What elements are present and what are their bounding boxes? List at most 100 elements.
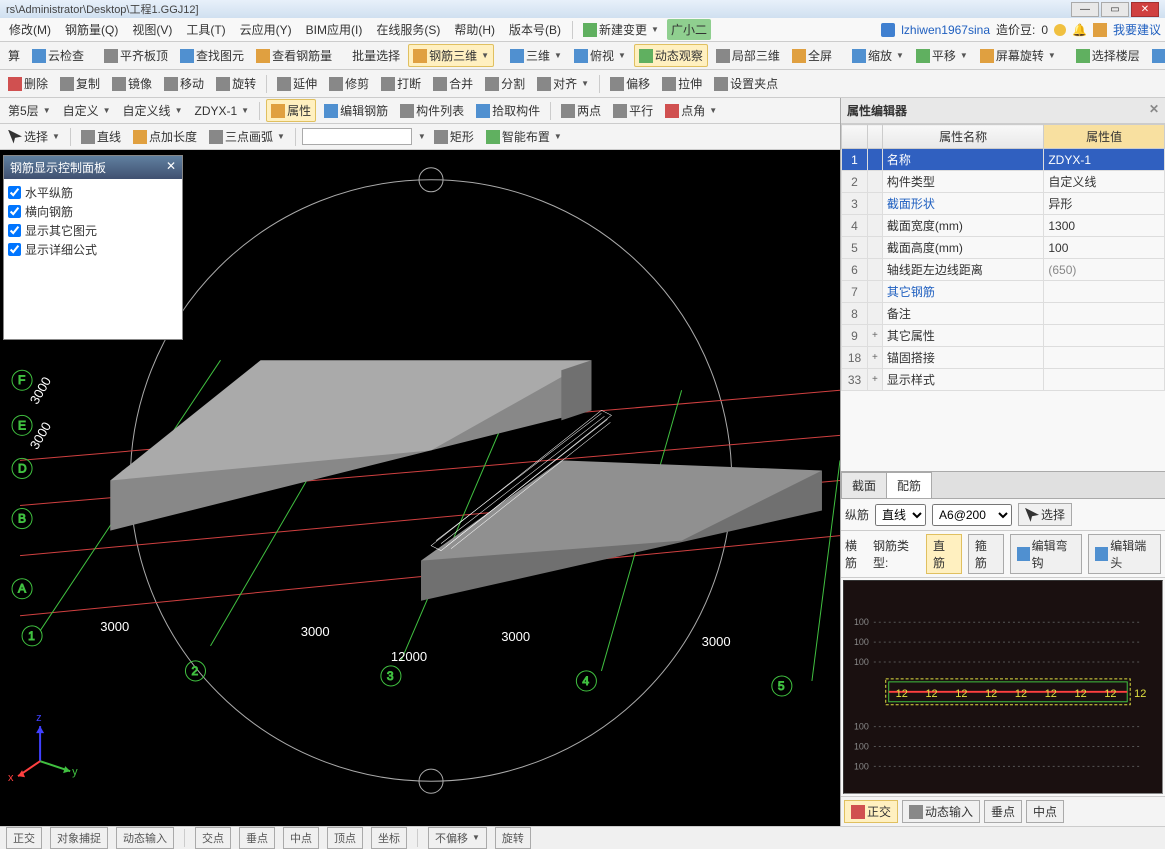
offset-button[interactable]: 偏移	[606, 73, 654, 94]
category-select[interactable]: 自定义▼	[59, 100, 115, 121]
screen-rotate-button[interactable]: 屏幕旋转▼	[976, 45, 1060, 66]
find-element-button[interactable]: 查找图元	[176, 45, 248, 66]
arc-button[interactable]: 三点画弧▼	[205, 126, 289, 147]
break-button[interactable]: 打断	[377, 73, 425, 94]
float-panel-close-icon[interactable]: ✕	[166, 159, 176, 176]
check-other[interactable]: 显示其它图元	[8, 221, 178, 240]
status-tangent[interactable]: 坐标	[371, 827, 407, 849]
prop-row[interactable]: 33+显示样式	[842, 369, 1165, 391]
coin-icon[interactable]	[1054, 24, 1066, 36]
minimize-button[interactable]: —	[1071, 2, 1099, 17]
property-button[interactable]: 属性	[266, 99, 316, 122]
menu-help[interactable]: 帮助(H)	[449, 19, 500, 40]
username[interactable]: lzhiwen1967sina	[901, 23, 990, 37]
rebar-display-panel[interactable]: 钢筋显示控制面板 ✕ 水平纵筋 横向钢筋 显示其它图元 显示详细公式	[3, 155, 183, 340]
maximize-button[interactable]: ▭	[1101, 2, 1129, 17]
prop-row[interactable]: 6轴线距左边线距离(650)	[842, 259, 1165, 281]
type-select[interactable]: 自定义线▼	[119, 100, 187, 121]
batch-select-button[interactable]: 批量选择	[348, 45, 404, 66]
two-point-button[interactable]: 两点	[557, 100, 605, 121]
line-tool-button[interactable]: 线	[1148, 45, 1165, 66]
stretch-button[interactable]: 拉伸	[658, 73, 706, 94]
status-nooffset[interactable]: 不偏移▼	[428, 827, 487, 849]
select-button[interactable]: 选择▼	[4, 126, 64, 147]
menu-view[interactable]: 视图(V)	[127, 19, 177, 40]
delete-button[interactable]: 删除	[4, 73, 52, 94]
floor-select[interactable]: 第5层▼	[4, 100, 55, 121]
tab-section[interactable]: 截面	[841, 472, 887, 498]
menu-rebar[interactable]: 钢筋量(Q)	[60, 19, 123, 40]
rect-button[interactable]: 矩形	[430, 126, 478, 147]
menu-bim[interactable]: BIM应用(I)	[301, 19, 368, 40]
flat-top-button[interactable]: 平齐板顶	[100, 45, 172, 66]
cloud-check-button[interactable]: 云检查	[28, 45, 88, 66]
line-button[interactable]: 直线	[77, 126, 125, 147]
empty-combo[interactable]	[302, 128, 412, 145]
section-select-button[interactable]: 选择	[1018, 503, 1072, 526]
menu-modify[interactable]: 修改(M)	[4, 19, 56, 40]
pan-button[interactable]: 平移▼	[912, 45, 972, 66]
extend-button[interactable]: 延伸	[273, 73, 321, 94]
point-length-button[interactable]: 点加长度	[129, 126, 201, 147]
new-change-button[interactable]: 新建变更▼	[579, 19, 663, 40]
prop-row[interactable]: 4截面宽度(mm)1300	[842, 215, 1165, 237]
prop-row[interactable]: 7其它钢筋	[842, 281, 1165, 303]
prop-row[interactable]: 5截面高度(mm)100	[842, 237, 1165, 259]
smart-layout-button[interactable]: 智能布置▼	[482, 126, 566, 147]
move-button[interactable]: 移动	[160, 73, 208, 94]
prop-row[interactable]: 3截面形状异形	[842, 193, 1165, 215]
3d-viewport[interactable]: A B D E F 1 2 3 4 5 3000 3000 3000 3000	[0, 150, 840, 826]
stirrup-button[interactable]: 箍筋	[968, 534, 1004, 574]
status-mid[interactable]: 中点	[283, 827, 319, 849]
menu-online[interactable]: 在线服务(S)	[371, 19, 445, 40]
menu-cloud[interactable]: 云应用(Y)	[235, 19, 297, 40]
prop-row[interactable]: 2构件类型自定义线	[842, 171, 1165, 193]
merge-button[interactable]: 合并	[429, 73, 477, 94]
point-angle-button[interactable]: 点角▼	[661, 100, 721, 121]
mirror-button[interactable]: 镜像	[108, 73, 156, 94]
check-tbar[interactable]: 横向钢筋	[8, 202, 178, 221]
split-button[interactable]: 分割	[481, 73, 529, 94]
status-dyn[interactable]: 动态输入	[116, 827, 174, 849]
component-select[interactable]: ZDYX-1▼	[190, 102, 253, 120]
tab-rebar[interactable]: 配筋	[886, 472, 932, 498]
pick-component-button[interactable]: 拾取构件	[472, 100, 544, 121]
rotate-button[interactable]: 旋转	[212, 73, 260, 94]
view-rebar-button[interactable]: 查看钢筋量	[252, 45, 336, 66]
status-ortho[interactable]: 正交	[6, 827, 42, 849]
parallel-button[interactable]: 平行	[609, 100, 657, 121]
edit-end-button[interactable]: 编辑端头	[1088, 534, 1161, 574]
dynamic-view-button[interactable]: 动态观察	[634, 44, 708, 67]
local-3d-button[interactable]: 局部三维	[712, 45, 784, 66]
status-intersection[interactable]: 交点	[195, 827, 231, 849]
select-floor-button[interactable]: 选择楼层	[1072, 45, 1144, 66]
check-hbar[interactable]: 水平纵筋	[8, 183, 178, 202]
edit-hook-button[interactable]: 编辑弯钩	[1010, 534, 1083, 574]
straight-button[interactable]: 直筋	[926, 534, 962, 574]
status-rotate[interactable]: 旋转	[495, 827, 531, 849]
edit-rebar-button[interactable]: 编辑钢筋	[320, 100, 392, 121]
align-button[interactable]: 对齐▼	[533, 73, 593, 94]
status-perp[interactable]: 垂点	[239, 827, 275, 849]
copy-button[interactable]: 复制	[56, 73, 104, 94]
bell-icon[interactable]: 🔔	[1072, 23, 1087, 37]
menu-version[interactable]: 版本号(B)	[504, 19, 566, 40]
top-view-button[interactable]: 俯视▼	[570, 45, 630, 66]
suggest-link[interactable]: 我要建议	[1113, 21, 1161, 38]
section-canvas[interactable]: 121212 121212 121212 100100100 100100100	[843, 580, 1163, 794]
prop-editor-close-icon[interactable]: ✕	[1149, 102, 1159, 119]
guangxiaoer-button[interactable]: 广小二	[667, 19, 711, 40]
prop-row[interactable]: 1名称ZDYX-1	[842, 149, 1165, 171]
3d-button[interactable]: 三维▼	[506, 45, 566, 66]
rebar-3d-button[interactable]: 钢筋三维▼	[408, 44, 494, 67]
prop-row[interactable]: 18+锚固搭接	[842, 347, 1165, 369]
component-list-button[interactable]: 构件列表	[396, 100, 468, 121]
zoom-button[interactable]: 缩放▼	[848, 45, 908, 66]
check-formula[interactable]: 显示详细公式	[8, 240, 178, 259]
status-vertex[interactable]: 顶点	[327, 827, 363, 849]
line-type-select[interactable]: 直线	[875, 504, 926, 526]
status-snap[interactable]: 对象捕捉	[50, 827, 108, 849]
prop-row[interactable]: 8备注	[842, 303, 1165, 325]
spec-select[interactable]: A6@200	[932, 504, 1012, 526]
trim-button[interactable]: 修剪	[325, 73, 373, 94]
